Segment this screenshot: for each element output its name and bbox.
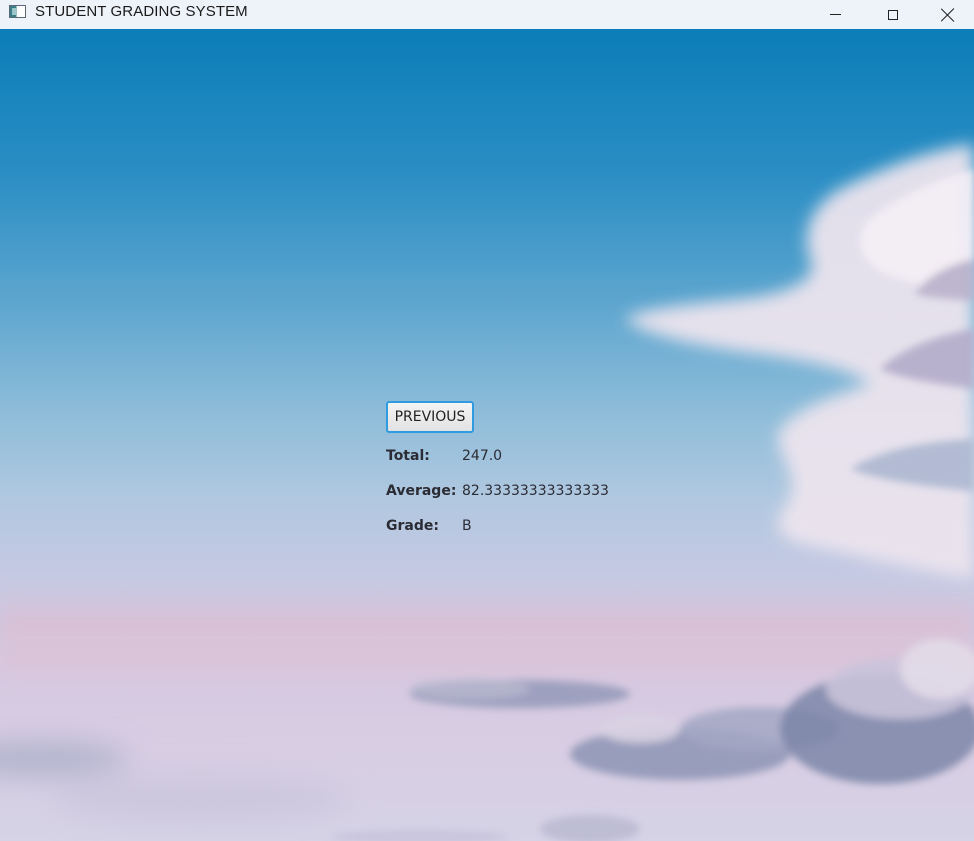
content-pane: PREVIOUS Total: 247.0 Average: 82.333333…	[0, 29, 974, 841]
grade-label: Grade:	[386, 518, 439, 534]
app-icon	[9, 5, 26, 18]
maximize-icon	[888, 9, 898, 20]
total-value: 247.0	[462, 448, 503, 464]
title-bar[interactable]: STUDENT GRADING SYSTEM	[0, 0, 974, 29]
close-icon	[941, 8, 955, 22]
previous-button[interactable]: PREVIOUS	[386, 401, 474, 433]
close-button[interactable]	[922, 0, 974, 29]
total-label: Total:	[386, 448, 430, 464]
maximize-button[interactable]	[864, 0, 922, 29]
app-window: STUDENT GRADING SYSTEM PREVIOUS Total: 2…	[0, 0, 974, 841]
grade-value: B	[462, 518, 472, 534]
window-title: STUDENT GRADING SYSTEM	[35, 3, 248, 20]
minimize-icon	[829, 14, 841, 15]
average-value: 82.33333333333333	[462, 483, 609, 499]
average-label: Average:	[386, 483, 457, 499]
minimize-button[interactable]	[806, 0, 864, 29]
sky-background-image	[0, 144, 974, 841]
